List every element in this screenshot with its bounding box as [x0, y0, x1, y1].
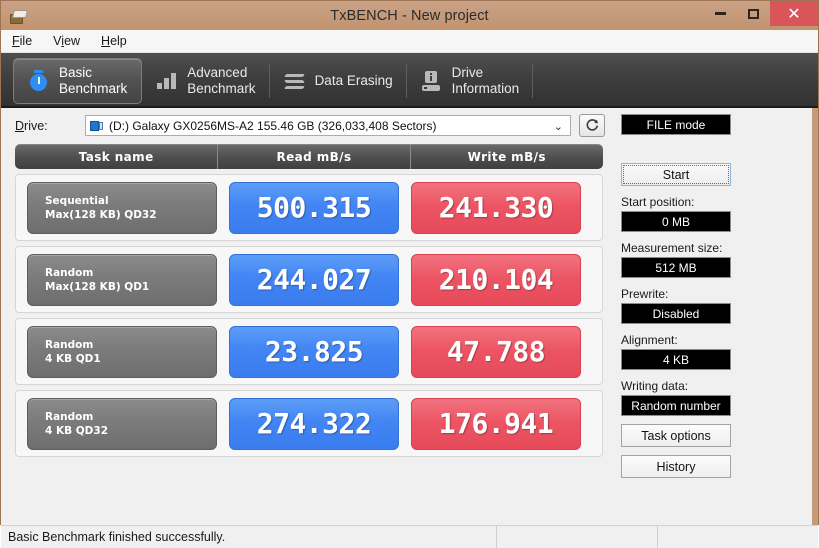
column-header-read: Read mB/s	[217, 144, 409, 169]
chevron-down-icon: ⌄	[553, 121, 563, 133]
status-bar: Basic Benchmark finished successfully.	[1, 525, 818, 548]
tab-basic-benchmark-label: Basic Benchmark	[59, 65, 128, 96]
refresh-button[interactable]	[579, 114, 605, 137]
file-mode-button[interactable]: FILE mode	[621, 114, 731, 135]
history-button[interactable]: History	[621, 455, 731, 478]
table-row: Sequential Max(128 KB) QD32 500.315 241.…	[15, 174, 603, 241]
task-name-line2: Max(128 KB) QD32	[45, 208, 157, 221]
menu-bar: File View Help	[1, 30, 818, 53]
minimize-icon	[715, 12, 726, 15]
prewrite-value[interactable]: Disabled	[621, 303, 731, 324]
menu-view[interactable]: View	[50, 33, 83, 49]
menu-view-rest: ew	[64, 34, 81, 48]
results-header-row: Task name Read mB/s Write mB/s	[15, 144, 603, 169]
drive-info-icon	[419, 68, 443, 94]
start-button[interactable]: Start	[621, 163, 731, 186]
start-button-label: Start	[662, 167, 690, 182]
read-value-cell: 274.322	[229, 397, 399, 450]
settings-panel: Start Start position: 0 MB Measurement s…	[621, 144, 731, 478]
maximize-icon	[748, 8, 759, 19]
tab-advanced-benchmark[interactable]: Advanced Benchmark	[142, 58, 270, 104]
menu-help-rest: elp	[110, 34, 127, 48]
alignment-label: Alignment:	[621, 333, 678, 347]
task-options-label: Task options	[641, 428, 711, 443]
read-value-cell: 244.027	[229, 253, 399, 306]
menu-file-rest: ile	[19, 34, 33, 48]
task-name-line1: Sequential	[45, 194, 109, 207]
stopwatch-icon	[26, 68, 50, 94]
drive-label: Drive:	[15, 118, 48, 133]
task-name-cell: Random 4 KB QD32	[27, 397, 217, 450]
tab-strip: Basic Benchmark Advanced Benchmark Data …	[1, 53, 818, 108]
task-options-button[interactable]: Task options	[621, 424, 731, 447]
results-table: Task name Read mB/s Write mB/s Sequentia…	[15, 144, 603, 457]
task-name-cell: Random Max(128 KB) QD1	[27, 253, 217, 306]
writing-data-label: Writing data:	[621, 379, 689, 393]
task-name-line2: 4 KB QD32	[45, 424, 109, 437]
table-row: Random 4 KB QD1 23.825 47.788	[15, 318, 603, 385]
tab-advanced-benchmark-label: Advanced Benchmark	[187, 65, 256, 96]
task-name-cell: Random 4 KB QD1	[27, 325, 217, 378]
write-value-cell: 241.330	[411, 181, 581, 234]
writing-data-value[interactable]: Random number	[621, 395, 731, 416]
client-area: Drive: (D:) Galaxy GX0256MS-A2 155.46 GB…	[1, 108, 818, 525]
write-value-cell: 176.941	[411, 397, 581, 450]
prewrite-label: Prewrite:	[621, 287, 669, 301]
measurement-size-value[interactable]: 512 MB	[621, 257, 731, 278]
application-window: TxBENCH - New project ✕ File View Help B…	[0, 0, 819, 548]
drive-tool-icon	[8, 7, 28, 25]
start-position-label: Start position:	[621, 195, 695, 209]
tab-drive-information-label: Drive Information	[451, 65, 520, 96]
tab-data-erasing-label: Data Erasing	[314, 73, 393, 88]
table-row: Random 4 KB QD32 274.322 176.941	[15, 390, 603, 457]
task-name-cell: Sequential Max(128 KB) QD32	[27, 181, 217, 234]
task-name-line1: Random	[45, 338, 94, 351]
client-right-edge	[812, 108, 818, 525]
status-segment-2	[657, 526, 818, 548]
tab-drive-information[interactable]: Drive Information	[407, 58, 534, 104]
bar-chart-icon	[154, 68, 178, 94]
task-name-line1: Random	[45, 410, 94, 423]
drive-label-rest: rive:	[24, 118, 48, 133]
window-title: TxBENCH - New project	[330, 7, 489, 24]
read-value-cell: 23.825	[229, 325, 399, 378]
zigzag-erase-icon	[282, 68, 306, 94]
menu-help[interactable]: Help	[98, 33, 130, 49]
window-controls: ✕	[704, 1, 818, 26]
history-label: History	[656, 459, 696, 474]
refresh-icon	[586, 119, 598, 131]
write-value-cell: 47.788	[411, 325, 581, 378]
write-value-cell: 210.104	[411, 253, 581, 306]
start-position-value[interactable]: 0 MB	[621, 211, 731, 232]
tab-data-erasing[interactable]: Data Erasing	[270, 58, 407, 104]
hard-drive-icon	[90, 120, 104, 132]
close-icon: ✕	[787, 5, 801, 23]
task-name-line2: 4 KB QD1	[45, 352, 101, 365]
drive-select[interactable]: (D:) Galaxy GX0256MS-A2 155.46 GB (326,0…	[85, 115, 571, 136]
status-message: Basic Benchmark finished successfully.	[8, 530, 226, 544]
tab-basic-benchmark[interactable]: Basic Benchmark	[13, 58, 143, 104]
task-name-line2: Max(128 KB) QD1	[45, 280, 150, 293]
minimize-button[interactable]	[704, 1, 737, 26]
drive-select-value: (D:) Galaxy GX0256MS-A2 155.46 GB (326,0…	[109, 118, 437, 133]
table-row: Random Max(128 KB) QD1 244.027 210.104	[15, 246, 603, 313]
column-header-task-name: Task name	[78, 149, 154, 164]
title-bar: TxBENCH - New project ✕	[1, 1, 818, 30]
column-header-write: Write mB/s	[409, 144, 603, 169]
maximize-button[interactable]	[737, 1, 770, 26]
measurement-size-label: Measurement size:	[621, 241, 723, 255]
close-button[interactable]: ✕	[770, 1, 818, 26]
task-name-line1: Random	[45, 266, 94, 279]
alignment-value[interactable]: 4 KB	[621, 349, 731, 370]
read-value-cell: 500.315	[229, 181, 399, 234]
menu-file[interactable]: File	[9, 33, 35, 49]
status-segment-1	[496, 526, 657, 548]
